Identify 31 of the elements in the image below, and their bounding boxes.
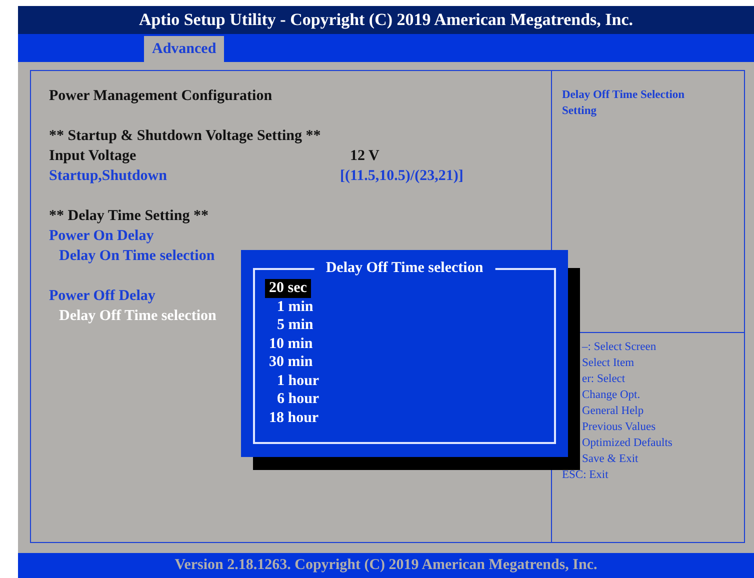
popup-option[interactable]: 1 min (265, 298, 318, 316)
popup-option[interactable]: 6 hour (265, 390, 324, 408)
popup-option[interactable]: 1 hour (265, 372, 324, 390)
key-hint: Select Item (582, 356, 634, 371)
help-text: Delay Off Time Selection Setting (562, 88, 686, 119)
key-hint: Change Opt. (582, 388, 640, 403)
key-hint: General Help (582, 404, 644, 419)
window-title: Aptio Setup Utility - Copyright (C) 2019 American Megatrends, Inc. (138, 9, 634, 32)
section-heading: ** Startup & Shutdown Voltage Setting ** (49, 126, 321, 146)
key-hint: Previous Values (582, 420, 656, 435)
popup-option[interactable]: 10 min (265, 334, 317, 353)
popup-option[interactable]: 18 hour (265, 408, 323, 427)
popup-option[interactable]: 5 min (265, 316, 318, 334)
setting-label[interactable]: Delay On Time selection (49, 244, 215, 268)
setting-value: 12 V (349, 146, 380, 166)
key-hint: ESC: Exit (562, 468, 608, 483)
key-hint: Optimized Defaults (582, 436, 672, 451)
key-hint: –: Select Screen (582, 340, 656, 355)
setting-value[interactable]: [(11.5,10.5)/(23,21)] (340, 164, 464, 188)
version-text: Version 2.18.1263. Copyright (C) 2019 American Megatrends, Inc. (174, 556, 598, 576)
setting-label[interactable]: Power Off Delay (49, 284, 156, 308)
tab[interactable]: Advanced (144, 36, 224, 62)
setting-label[interactable]: Power On Delay (49, 224, 154, 248)
popup-option[interactable]: 30 min (265, 353, 317, 372)
key-hint: er: Select (582, 372, 626, 387)
section-heading: ** Delay Time Setting ** (49, 206, 208, 226)
section-heading: Power Management Configuration (49, 86, 272, 106)
setting-label[interactable]: Startup,Shutdown (49, 164, 340, 188)
popup-option[interactable]: 20 sec (265, 279, 311, 298)
key-hint: Save & Exit (582, 452, 638, 467)
setting-label: Input Voltage (49, 146, 138, 166)
